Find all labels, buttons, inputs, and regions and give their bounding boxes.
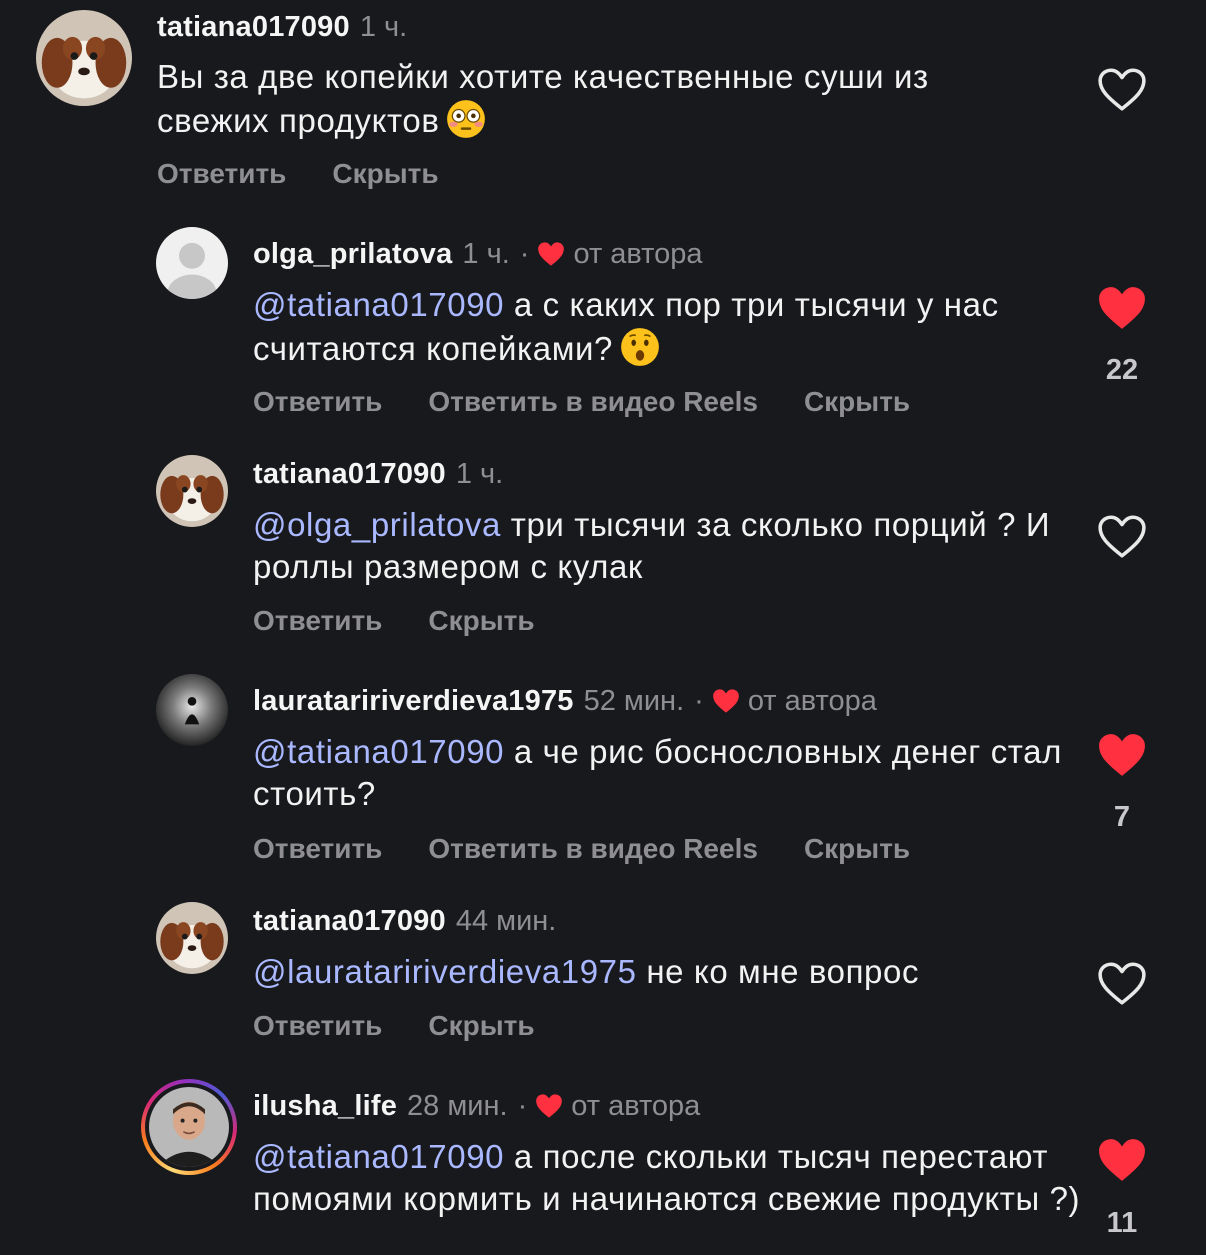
comment-time: 1 ч. — [455, 458, 504, 490]
like-count[interactable]: 7 — [1082, 801, 1162, 834]
like-button[interactable] — [1097, 732, 1147, 778]
heart-outline-icon — [1098, 962, 1146, 1005]
comment-actions: Ответить Ответить в видео Reels Скрыть — [253, 832, 956, 866]
dog-avatar-icon — [156, 455, 228, 527]
avatar-tatiana017090[interactable] — [36, 10, 132, 106]
heart-filled-icon — [1099, 287, 1145, 329]
reply-button[interactable]: Ответить — [157, 158, 286, 189]
username[interactable]: ilusha_life — [253, 1088, 397, 1124]
comment-text: Вы за две копейки хотите качественные су… — [157, 56, 1007, 142]
comment-actions: Ответить Скрыть — [253, 1009, 581, 1043]
comment-time: 28 мин. — [407, 1090, 508, 1122]
man-avatar-icon — [149, 1087, 229, 1167]
silhouette-avatar-icon — [156, 674, 228, 746]
author-liked-heart-icon — [712, 688, 740, 714]
username[interactable]: tatiana017090 — [157, 9, 350, 45]
hide-button[interactable]: Скрыть — [428, 1010, 534, 1041]
heart-outline-icon — [1098, 68, 1146, 111]
comment-actions: Ответить Ответить в видео Reels Скрыть — [253, 385, 956, 419]
like-count[interactable]: 22 — [1082, 354, 1162, 387]
mention-link[interactable]: @tatiana017090 — [253, 733, 504, 770]
heart-filled-icon — [1099, 1139, 1145, 1181]
comment-body: не ко мне вопрос — [636, 953, 920, 990]
comment-text: @tatiana017090 а после скольки тысяч пер… — [253, 1136, 1103, 1220]
reply-button[interactable]: Ответить — [253, 605, 382, 636]
hushed-face-emoji-icon — [619, 326, 661, 368]
default-user-avatar-icon — [156, 227, 228, 299]
comment-text: @tatiana017090 а че рис боснословных ден… — [253, 731, 1103, 815]
hide-button[interactable]: Скрыть — [804, 386, 910, 417]
username[interactable]: tatiana017090 — [253, 456, 446, 492]
username[interactable]: olga_prilatova — [253, 236, 452, 272]
avatar-ilusha_life-story-ring[interactable] — [141, 1079, 237, 1175]
separator-dot: · — [694, 685, 704, 717]
comment-time: 44 мин. — [455, 905, 557, 937]
reply-button[interactable]: Ответить — [253, 1010, 382, 1041]
mention-link[interactable]: @tatiana017090 — [253, 1138, 504, 1175]
comment-time: 1 ч. — [462, 238, 510, 270]
separator-dot: · — [517, 1090, 528, 1122]
username[interactable]: tatiana017090 — [253, 903, 446, 939]
author-liked-heart-icon — [535, 1093, 563, 1119]
reply-with-reels-button[interactable]: Ответить в видео Reels — [428, 833, 758, 864]
avatar-laurataririverdieva1975[interactable] — [156, 674, 228, 746]
avatar-tatiana017090[interactable] — [156, 902, 228, 974]
comment-meta: tatiana017090 1 ч. — [157, 9, 407, 45]
reply-button[interactable]: Ответить — [253, 386, 382, 417]
reply-with-reels-button[interactable]: Ответить в видео Reels — [428, 386, 758, 417]
comment-meta: ilusha_life 28 мин. · от автора — [253, 1088, 700, 1124]
hide-button[interactable]: Скрыть — [428, 605, 534, 636]
comment-actions: Ответить Скрыть — [253, 604, 581, 638]
mention-link[interactable]: @tatiana017090 — [253, 286, 504, 323]
by-author-label: от автора — [571, 1090, 701, 1122]
comments-page: tatiana017090 1 ч. Вы за две копейки хот… — [0, 0, 1206, 1255]
like-button[interactable] — [1097, 961, 1147, 1007]
by-author-label: от автора — [747, 685, 877, 717]
comment-text: @olga_prilatova три тысячи за сколько по… — [253, 504, 1103, 588]
comment-time: 1 ч. — [359, 11, 408, 43]
like-button[interactable] — [1097, 1137, 1147, 1183]
flushed-face-emoji-icon — [445, 98, 487, 140]
avatar-olga_prilatova[interactable] — [156, 227, 228, 299]
dog-avatar-icon — [156, 902, 228, 974]
comment-time: 52 мин. — [583, 685, 685, 717]
hide-button[interactable]: Скрыть — [332, 158, 438, 189]
username[interactable]: laurataririverdieva1975 — [253, 683, 574, 719]
comment-text: @tatiana017090 а с каких пор три тысячи … — [253, 284, 1103, 370]
heart-filled-icon — [1099, 734, 1145, 776]
comment-meta: laurataririverdieva1975 52 мин. · от авт… — [253, 683, 877, 719]
like-count[interactable]: 11 — [1082, 1207, 1162, 1240]
comment-body: Вы за две копейки хотите качественные су… — [157, 58, 929, 139]
comment-meta: olga_prilatova 1 ч. · от автора — [253, 236, 703, 272]
comment-meta: tatiana017090 1 ч. — [253, 456, 503, 492]
like-button[interactable] — [1097, 514, 1147, 560]
comment-actions: Ответить Скрыть — [157, 157, 485, 191]
mention-link[interactable]: @olga_prilatova — [253, 506, 501, 543]
like-button[interactable] — [1097, 67, 1147, 113]
hide-button[interactable]: Скрыть — [804, 833, 910, 864]
avatar-tatiana017090[interactable] — [156, 455, 228, 527]
dog-avatar-icon — [36, 10, 132, 106]
mention-link[interactable]: @laurataririverdieva1975 — [253, 953, 637, 990]
separator-dot: · — [519, 238, 530, 270]
by-author-label: от автора — [573, 238, 703, 270]
reply-button[interactable]: Ответить — [253, 833, 382, 864]
comment-meta: tatiana017090 44 мин. — [253, 903, 556, 939]
author-liked-heart-icon — [537, 241, 565, 267]
heart-outline-icon — [1098, 515, 1146, 558]
like-button[interactable] — [1097, 285, 1147, 331]
comment-text: @laurataririverdieva1975 не ко мне вопро… — [253, 951, 1103, 993]
